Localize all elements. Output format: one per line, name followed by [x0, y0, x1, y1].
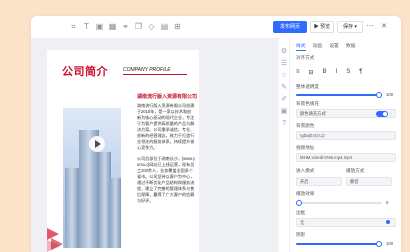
publish-button[interactable]: 发布网页	[273, 21, 307, 33]
more-icon[interactable]: ⋯	[365, 21, 375, 33]
fill-toggle[interactable]	[376, 111, 388, 117]
crop-icon[interactable]: ⌗	[69, 22, 78, 31]
page-title[interactable]: 公司简介	[62, 63, 108, 79]
shape-icon[interactable]: ◇	[147, 22, 156, 31]
opacity-value: 100	[386, 92, 394, 97]
company-name[interactable]: 湖南流行版入资源有限公司	[137, 93, 197, 100]
paragraph: 公司总部位于湖南长沙，[www.yuntu.c]网站已上线运营，现有员工200余…	[137, 156, 195, 203]
slider-knob[interactable]	[296, 200, 302, 206]
insert-tools: ⌗ T ▣ ▦ ⚭ ❐ ◇ ▤ ⊞	[69, 22, 182, 31]
copy-icon[interactable]: ❐	[134, 22, 143, 31]
section-label: 对齐方式	[296, 55, 315, 60]
color-dot[interactable]	[386, 220, 390, 224]
strike-icon[interactable]: S	[346, 69, 350, 76]
video-url-input[interactable]: MHM.xmedi-0%6.mp4.mp4	[296, 153, 396, 162]
layer-icon[interactable]: ▤	[160, 22, 169, 31]
link-icon[interactable]: ⚭	[121, 22, 130, 31]
border-select[interactable]: 无	[296, 218, 396, 227]
opacity-slider[interactable]	[296, 92, 382, 98]
settings-icon[interactable]: ⚙	[280, 48, 288, 56]
tab-settings[interactable]: 设置	[329, 42, 339, 51]
preview-button[interactable]: ▶ 预览	[310, 21, 334, 33]
shadow-label: 阴影	[296, 232, 306, 237]
paragraph-icon[interactable]: ¶	[359, 69, 362, 76]
shadow-value: 100	[386, 241, 394, 246]
slider-knob[interactable]	[376, 92, 382, 98]
slider-fill	[296, 243, 382, 245]
text-icon[interactable]: T	[82, 22, 91, 31]
tab-animation[interactable]: 动画	[313, 42, 323, 51]
radius-label: 播放效果	[296, 191, 315, 196]
radius-slider[interactable]	[296, 200, 382, 206]
autoplay-label: 播放方式	[346, 168, 365, 173]
tab-data[interactable]: 数据	[346, 42, 356, 51]
table-icon[interactable]: ▦	[108, 22, 117, 31]
video-label: 视频地址	[296, 145, 315, 150]
bg-color-label: 背景色填充	[296, 101, 319, 106]
sound-select[interactable]: 静音	[346, 177, 392, 186]
italic-icon[interactable]: I	[336, 69, 338, 76]
star-icon[interactable]: ☆	[280, 72, 288, 80]
radius-value: 0	[386, 200, 389, 205]
align-icon[interactable]: ≡	[296, 69, 300, 76]
playback-label: 进入模式	[296, 168, 315, 173]
vertical-toolbar: ⚙ ☰ ☆ ✎ ✐ ▣ ?	[279, 38, 290, 252]
page-subtitle[interactable]: COMPANY PROFILE	[123, 67, 171, 73]
editor-window: ⌗ T ▣ ▦ ⚭ ❐ ◇ ▤ ⊞ 发布网页 ▶ 预览 保存 ▾ ⋯ ✕ 公司简…	[31, 16, 401, 252]
color-input[interactable]: rgba(0,0,0,1)	[296, 131, 396, 140]
decorative-corner	[47, 228, 63, 252]
building-shape	[65, 168, 79, 248]
close-icon[interactable]: ✕	[379, 21, 389, 33]
panel-tabs: 样式 动画 设置 数据	[296, 42, 355, 51]
play-icon[interactable]	[89, 136, 105, 152]
company-description[interactable]: 湖南流行版入资源有限公司创建于2018年，是一家以技术和创新为核心驱动的现代企业…	[137, 103, 195, 209]
color-label: 背景颜色	[296, 123, 315, 128]
grid-icon[interactable]: ⊞	[173, 22, 182, 31]
shadow-slider[interactable]	[296, 241, 382, 247]
slider-knob[interactable]	[376, 241, 382, 247]
layers-icon[interactable]: ☰	[280, 60, 288, 68]
format-buttons: ≡ ⊟ B I S ¶	[296, 69, 362, 76]
video-thumbnail[interactable]	[63, 108, 121, 248]
photo-icon[interactable]: ▣	[280, 108, 288, 116]
slider-fill	[296, 94, 382, 96]
opacity-label: 整体透明度	[296, 84, 319, 89]
bold-icon[interactable]: B	[323, 69, 327, 76]
document-page[interactable]: 公司简介 COMPANY PROFILE 湖南流行版入资源有限公司 湖南流行版入…	[47, 50, 199, 252]
tab-style[interactable]: 样式	[296, 42, 306, 51]
mode-select[interactable]: 开启	[296, 177, 342, 186]
brush-icon[interactable]: ✐	[280, 96, 288, 104]
distribute-icon[interactable]: ⊟	[309, 69, 314, 76]
title-underline	[123, 74, 187, 75]
border-label: 边框	[296, 210, 306, 215]
top-toolbar: ⌗ T ▣ ▦ ⚭ ❐ ◇ ▤ ⊞ 发布网页 ▶ 预览 保存 ▾ ⋯ ✕	[31, 16, 401, 39]
canvas-area: 公司简介 COMPANY PROFILE 湖南流行版入资源有限公司 湖南流行版入…	[31, 38, 277, 252]
help-icon[interactable]: ?	[280, 120, 288, 128]
image-icon[interactable]: ▣	[95, 22, 104, 31]
building-shape	[110, 178, 121, 248]
properties-panel: 样式 动画 设置 数据 对齐方式 ≡ ⊟ B I S ¶ 整体透明度 100 背…	[290, 38, 401, 252]
save-button[interactable]: 保存 ▾	[337, 21, 363, 33]
edit-icon[interactable]: ✎	[280, 84, 288, 92]
paragraph: 湖南流行版入资源有限公司创建于2018年，是一家以技术和创新为核心驱动的现代企业…	[137, 103, 195, 150]
